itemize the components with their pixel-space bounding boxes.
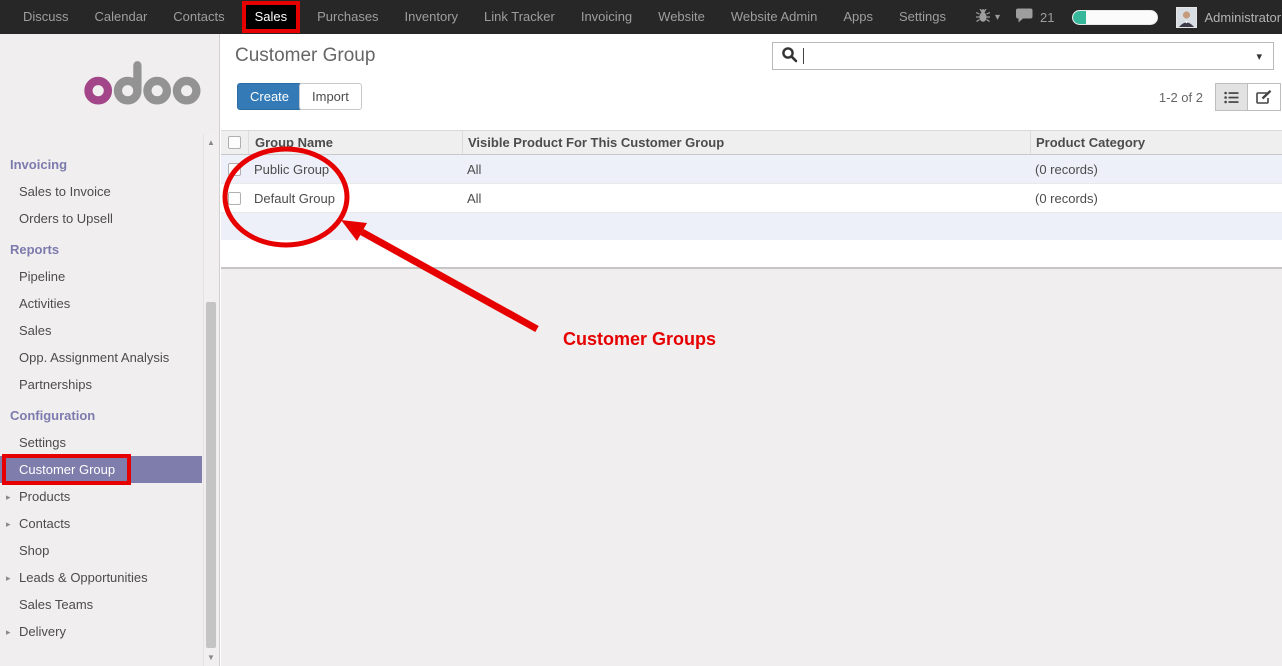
- table-row[interactable]: Public Group All (0 records): [221, 155, 1282, 184]
- chevron-down-icon: ▾: [995, 12, 1000, 23]
- sidebar-item-products[interactable]: ▸ Products: [0, 483, 202, 510]
- page-title: Customer Group: [235, 45, 375, 67]
- scroll-up-icon[interactable]: ▲: [204, 138, 218, 147]
- cell-product-category: (0 records): [1030, 162, 1282, 177]
- scrollbar-thumb[interactable]: [206, 302, 216, 648]
- import-button[interactable]: Import: [299, 83, 362, 110]
- cell-group-name: Public Group: [248, 162, 462, 177]
- top-nav: Discuss Calendar Contacts Sales Purchase…: [10, 0, 959, 34]
- chat-bubble-icon: [1016, 8, 1035, 26]
- sidebar-item-shop[interactable]: Shop: [0, 537, 202, 564]
- list-view-button[interactable]: [1215, 83, 1248, 111]
- nav-item-invoicing[interactable]: Invoicing: [568, 0, 645, 34]
- odoo-app-window: Discuss Calendar Contacts Sales Purchase…: [0, 0, 1282, 666]
- sidebar-section-reports: Reports Pipeline Activities Sales Opp. A…: [0, 236, 202, 398]
- nav-item-sales-active[interactable]: Sales: [242, 1, 301, 33]
- customer-group-list: Group Name Visible Product For This Cust…: [221, 130, 1282, 267]
- odoo-logo[interactable]: [84, 60, 202, 109]
- sidebar: Invoicing Sales to Invoice Orders to Ups…: [0, 34, 220, 666]
- column-header-group-name[interactable]: Group Name: [248, 131, 462, 154]
- sidebar-item-leads-opportunities[interactable]: ▸ Leads & Opportunities: [0, 564, 202, 591]
- row-select-cell: [221, 155, 248, 183]
- sidebar-item-label: Contacts: [19, 516, 70, 531]
- column-header-product-category[interactable]: Product Category: [1030, 131, 1282, 154]
- view-switcher: [1215, 83, 1281, 111]
- sidebar-scrollbar[interactable]: ▲ ▼: [203, 134, 218, 666]
- form-view-button[interactable]: [1248, 83, 1281, 111]
- timer-progress-fill: [1073, 11, 1086, 24]
- select-all-cell: [221, 131, 248, 154]
- main-content: Customer Group ▾ Create Import 1-2 of 2: [221, 34, 1282, 666]
- row-checkbox[interactable]: [228, 163, 241, 176]
- empty-row: [221, 213, 1282, 240]
- nav-item-link-tracker[interactable]: Link Tracker: [471, 0, 568, 34]
- sidebar-item-partnerships[interactable]: Partnerships: [0, 371, 202, 398]
- select-all-checkbox[interactable]: [228, 136, 241, 149]
- user-avatar[interactable]: [1176, 7, 1197, 28]
- sidebar-item-settings[interactable]: Settings: [0, 429, 202, 456]
- sidebar-item-sales[interactable]: Sales: [0, 317, 202, 344]
- nav-item-apps[interactable]: Apps: [830, 0, 886, 34]
- cell-product-category: (0 records): [1030, 191, 1282, 206]
- expand-caret-icon: ▸: [6, 518, 11, 531]
- cell-visible-product: All: [462, 191, 1030, 206]
- nav-item-calendar[interactable]: Calendar: [82, 0, 161, 34]
- top-menu-bar: Discuss Calendar Contacts Sales Purchase…: [0, 0, 1282, 34]
- topbar-right-tools: ▾ 21 Administ: [959, 7, 1282, 28]
- column-header-visible-product[interactable]: Visible Product For This Customer Group: [462, 131, 1030, 154]
- table-row[interactable]: Default Group All (0 records): [221, 184, 1282, 213]
- nav-item-purchases[interactable]: Purchases: [304, 0, 391, 34]
- sidebar-item-activities[interactable]: Activities: [0, 290, 202, 317]
- sidebar-heading-invoicing: Invoicing: [0, 151, 202, 178]
- sidebar-item-contacts[interactable]: ▸ Contacts: [0, 510, 202, 537]
- expand-caret-icon: ▸: [6, 491, 11, 504]
- nav-item-inventory[interactable]: Inventory: [392, 0, 471, 34]
- empty-row: [221, 240, 1282, 267]
- sidebar-item-pipeline[interactable]: Pipeline: [0, 263, 202, 290]
- sidebar-menu: Invoicing Sales to Invoice Orders to Ups…: [0, 151, 202, 645]
- sidebar-item-label: Products: [19, 489, 70, 504]
- nav-item-website[interactable]: Website: [645, 0, 718, 34]
- cell-group-name: Default Group: [248, 191, 462, 206]
- sidebar-item-customer-group-selected[interactable]: Customer Group: [0, 456, 202, 483]
- row-select-cell: [221, 184, 248, 212]
- list-icon: [1224, 91, 1239, 104]
- messages-count: 21: [1040, 10, 1054, 25]
- search-input[interactable]: [804, 44, 1256, 68]
- sidebar-section-configuration: Configuration Settings Customer Group ▸ …: [0, 402, 202, 645]
- create-button[interactable]: Create: [237, 83, 302, 110]
- pager: 1-2 of 2: [1159, 90, 1203, 105]
- nav-item-discuss[interactable]: Discuss: [10, 0, 82, 34]
- content-background: [221, 267, 1282, 666]
- sidebar-item-label: Leads & Opportunities: [19, 570, 148, 585]
- debug-menu[interactable]: ▾: [975, 8, 1000, 26]
- search-dropdown-caret-icon[interactable]: ▾: [1256, 50, 1262, 63]
- user-menu[interactable]: Administrator (braintree): [1204, 10, 1282, 25]
- cell-visible-product: All: [462, 162, 1030, 177]
- edit-icon: [1256, 90, 1272, 104]
- bug-icon: [975, 8, 991, 26]
- sidebar-item-opp-assignment-analysis[interactable]: Opp. Assignment Analysis: [0, 344, 202, 371]
- nav-item-settings[interactable]: Settings: [886, 0, 959, 34]
- messages-button[interactable]: 21: [1016, 8, 1054, 26]
- sidebar-heading-reports: Reports: [0, 236, 202, 263]
- sidebar-item-sales-to-invoice[interactable]: Sales to Invoice: [0, 178, 202, 205]
- sidebar-section-invoicing: Invoicing Sales to Invoice Orders to Ups…: [0, 151, 202, 232]
- sidebar-item-delivery[interactable]: ▸ Delivery: [0, 618, 202, 645]
- search-icon: [781, 46, 798, 66]
- timer-progress: [1072, 10, 1158, 25]
- expand-caret-icon: ▸: [6, 626, 11, 639]
- sidebar-item-label: Customer Group: [19, 462, 115, 477]
- sidebar-item-orders-to-upsell[interactable]: Orders to Upsell: [0, 205, 202, 232]
- table-header-row: Group Name Visible Product For This Cust…: [221, 130, 1282, 155]
- nav-item-website-admin[interactable]: Website Admin: [718, 0, 830, 34]
- scroll-down-icon[interactable]: ▼: [204, 653, 218, 662]
- sidebar-item-sales-teams[interactable]: Sales Teams: [0, 591, 202, 618]
- sidebar-item-label: Delivery: [19, 624, 66, 639]
- sidebar-heading-configuration: Configuration: [0, 402, 202, 429]
- nav-item-contacts[interactable]: Contacts: [160, 0, 237, 34]
- expand-caret-icon: ▸: [6, 572, 11, 585]
- search-view: ▾: [772, 42, 1274, 70]
- row-checkbox[interactable]: [228, 192, 241, 205]
